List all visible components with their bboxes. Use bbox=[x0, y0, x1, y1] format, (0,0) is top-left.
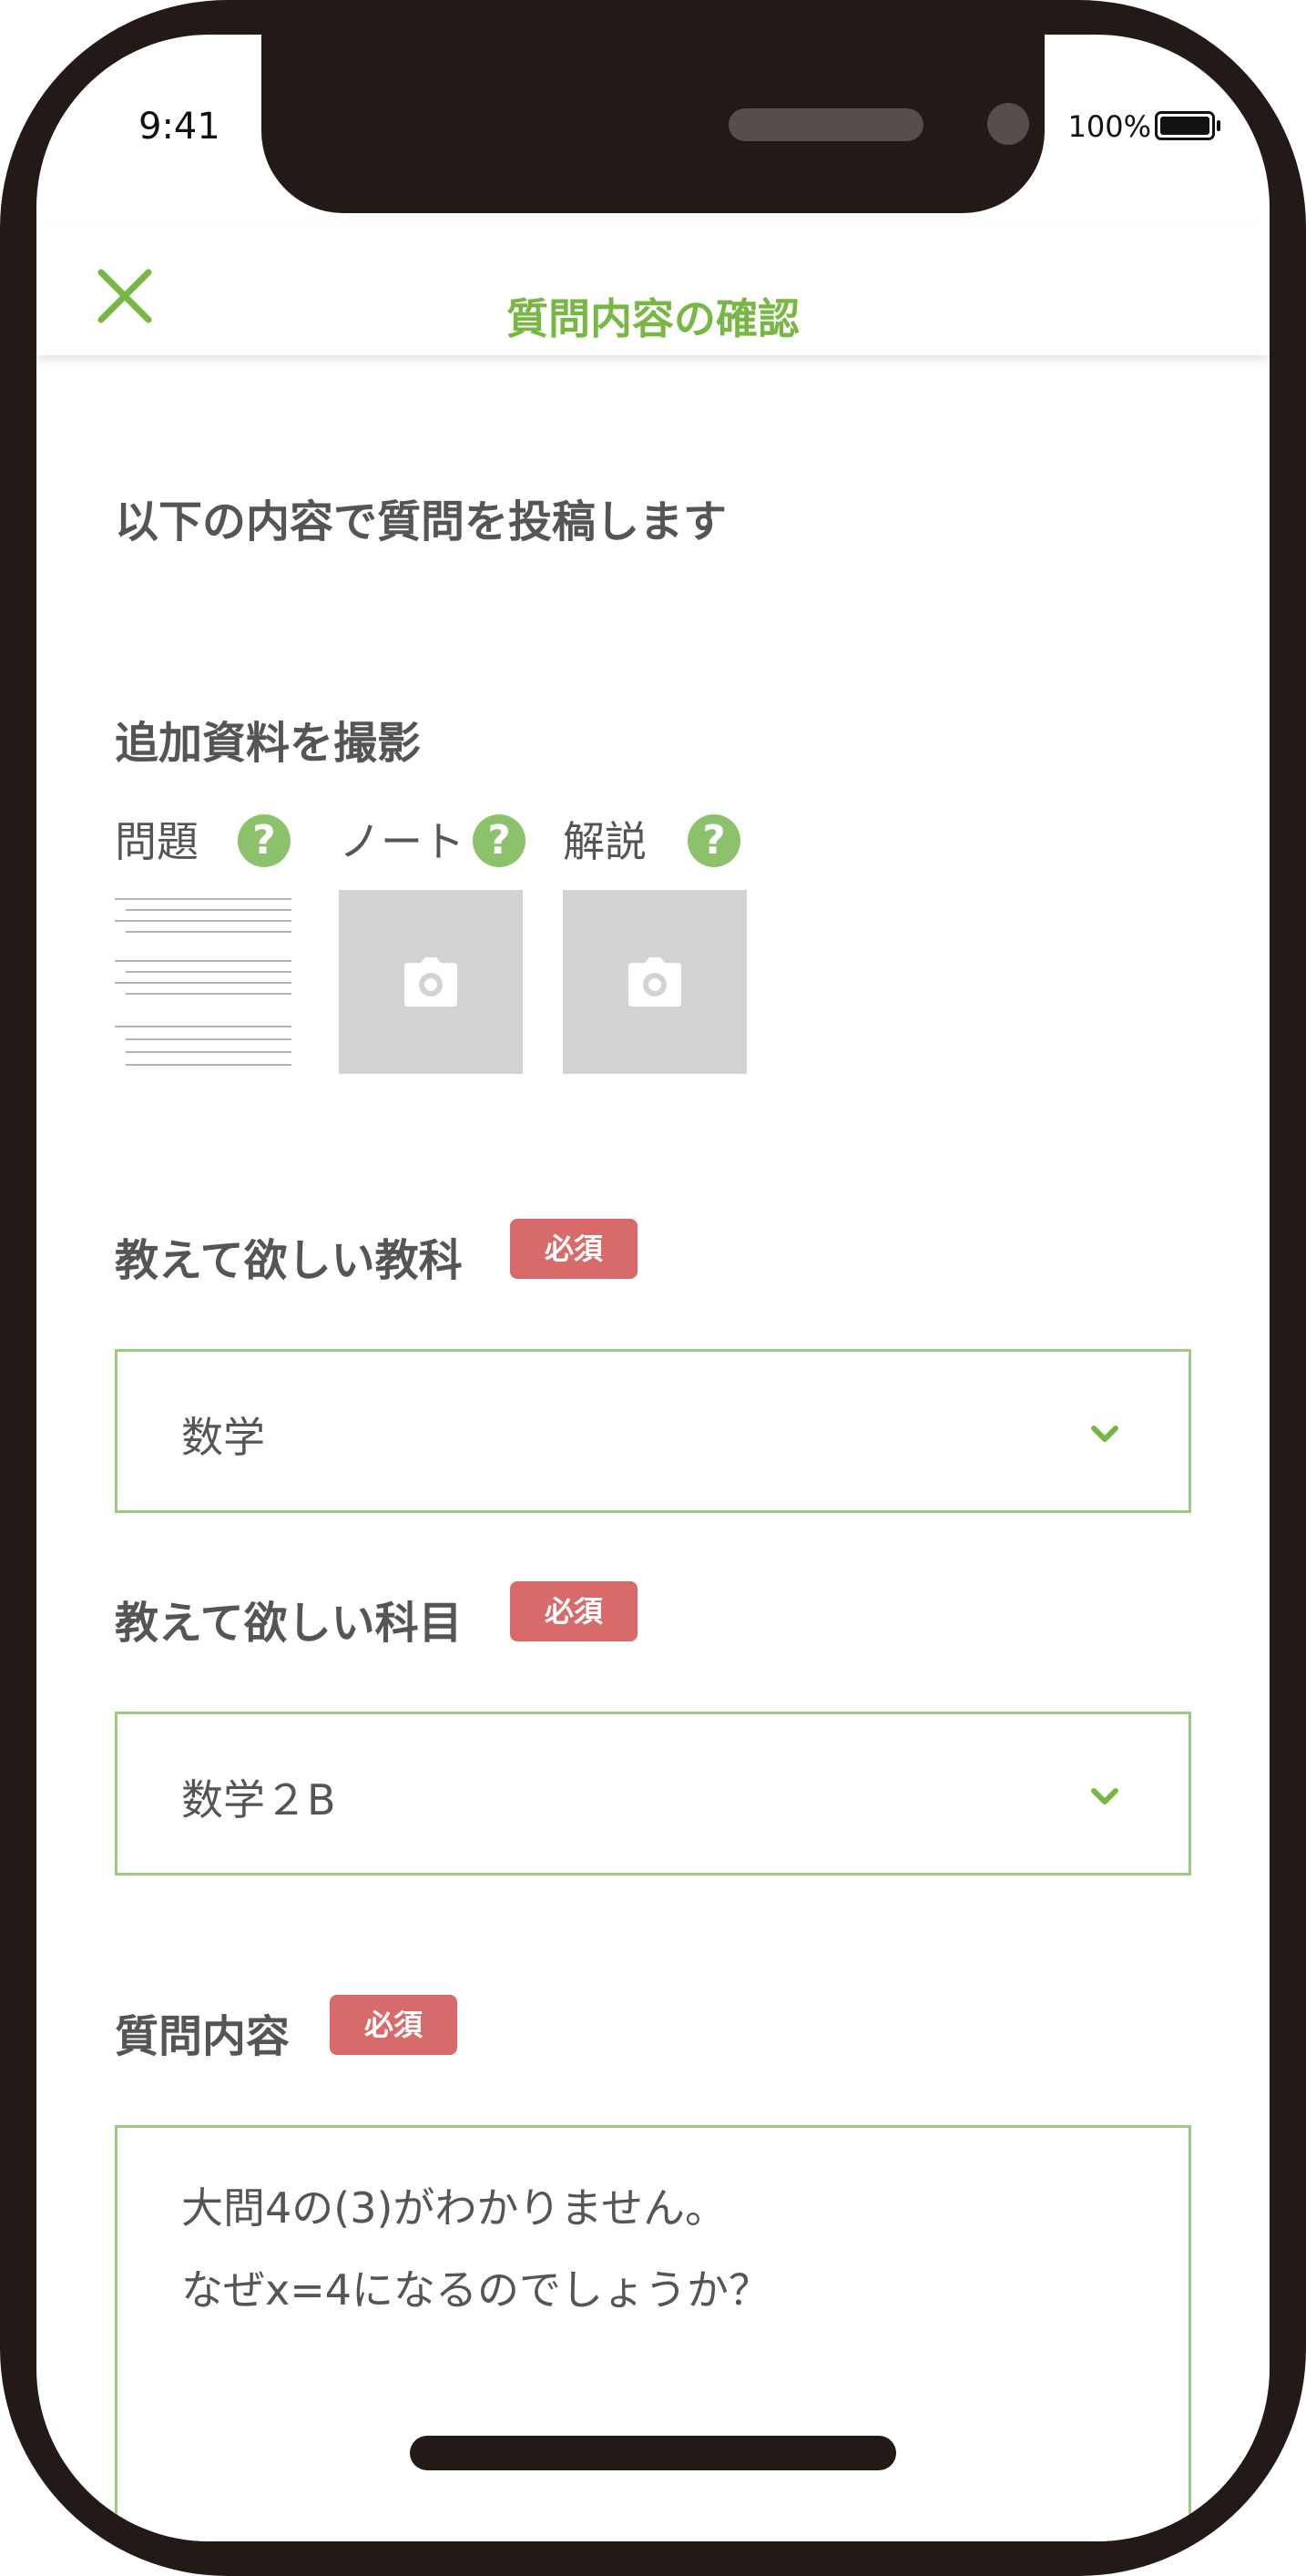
attachment-label-explanation: 解説 bbox=[563, 817, 647, 866]
subject-select[interactable]: 数学 bbox=[115, 1349, 1191, 1513]
question-line: なぜx=4になるのでしょうか？ bbox=[181, 2265, 771, 2315]
question-icon[interactable]: ? bbox=[688, 814, 740, 867]
nav-header: 質問内容の確認 bbox=[36, 226, 1270, 355]
note-photo-button[interactable] bbox=[339, 890, 523, 1074]
required-badge: 必須 bbox=[510, 1219, 638, 1279]
intro-text: 以下の内容で質問を投稿します bbox=[115, 496, 728, 547]
status-time: 9:41 bbox=[138, 106, 220, 148]
subject-label: 教えて欲しい教科 bbox=[115, 1235, 463, 1286]
course-label: 教えて欲しい科目 bbox=[115, 1598, 463, 1649]
attachments-title: 追加資料を撮影 bbox=[115, 718, 422, 769]
chevron-down-icon bbox=[1091, 1788, 1118, 1804]
camera-icon bbox=[404, 957, 457, 1007]
app-screen: 9:41 100% 質問内容の確認 以下の内容で質問を投稿します 追加資料を撮影… bbox=[36, 35, 1270, 2541]
subject-select-value: 数学 bbox=[181, 1413, 265, 1462]
math-worksheet-image bbox=[115, 898, 291, 1066]
page-title: 質問内容の確認 bbox=[506, 294, 800, 343]
question-textarea[interactable]: 大問4の(3)がわかりません。 なぜx=4になるのでしょうか？ bbox=[115, 2125, 1191, 2541]
chevron-down-icon bbox=[1091, 1426, 1118, 1442]
speaker-grille bbox=[729, 108, 923, 141]
required-badge: 必須 bbox=[510, 1581, 638, 1641]
question-line: 大問4の(3)がわかりません。 bbox=[181, 2183, 728, 2233]
explanation-photo-button[interactable] bbox=[563, 890, 747, 1074]
front-camera bbox=[987, 103, 1029, 145]
question-icon[interactable]: ? bbox=[473, 814, 525, 867]
problem-photo-thumbnail[interactable] bbox=[111, 890, 295, 1074]
course-select-value: 数学２B bbox=[181, 1775, 336, 1825]
question-label: 質問内容 bbox=[115, 2011, 291, 2062]
battery-icon bbox=[1155, 111, 1220, 140]
course-select[interactable]: 数学２B bbox=[115, 1712, 1191, 1876]
attachment-label-problem: 問題 bbox=[115, 817, 199, 866]
camera-icon bbox=[628, 957, 681, 1007]
home-indicator[interactable] bbox=[410, 2436, 896, 2470]
device-notch bbox=[261, 35, 1045, 213]
battery-percent: 100% bbox=[1067, 109, 1151, 144]
required-badge: 必須 bbox=[330, 1995, 457, 2055]
attachment-label-note: ノート bbox=[339, 817, 464, 866]
question-icon[interactable]: ? bbox=[238, 814, 291, 867]
phone-frame: 9:41 100% 質問内容の確認 以下の内容で質問を投稿します 追加資料を撮影… bbox=[0, 0, 1306, 2576]
